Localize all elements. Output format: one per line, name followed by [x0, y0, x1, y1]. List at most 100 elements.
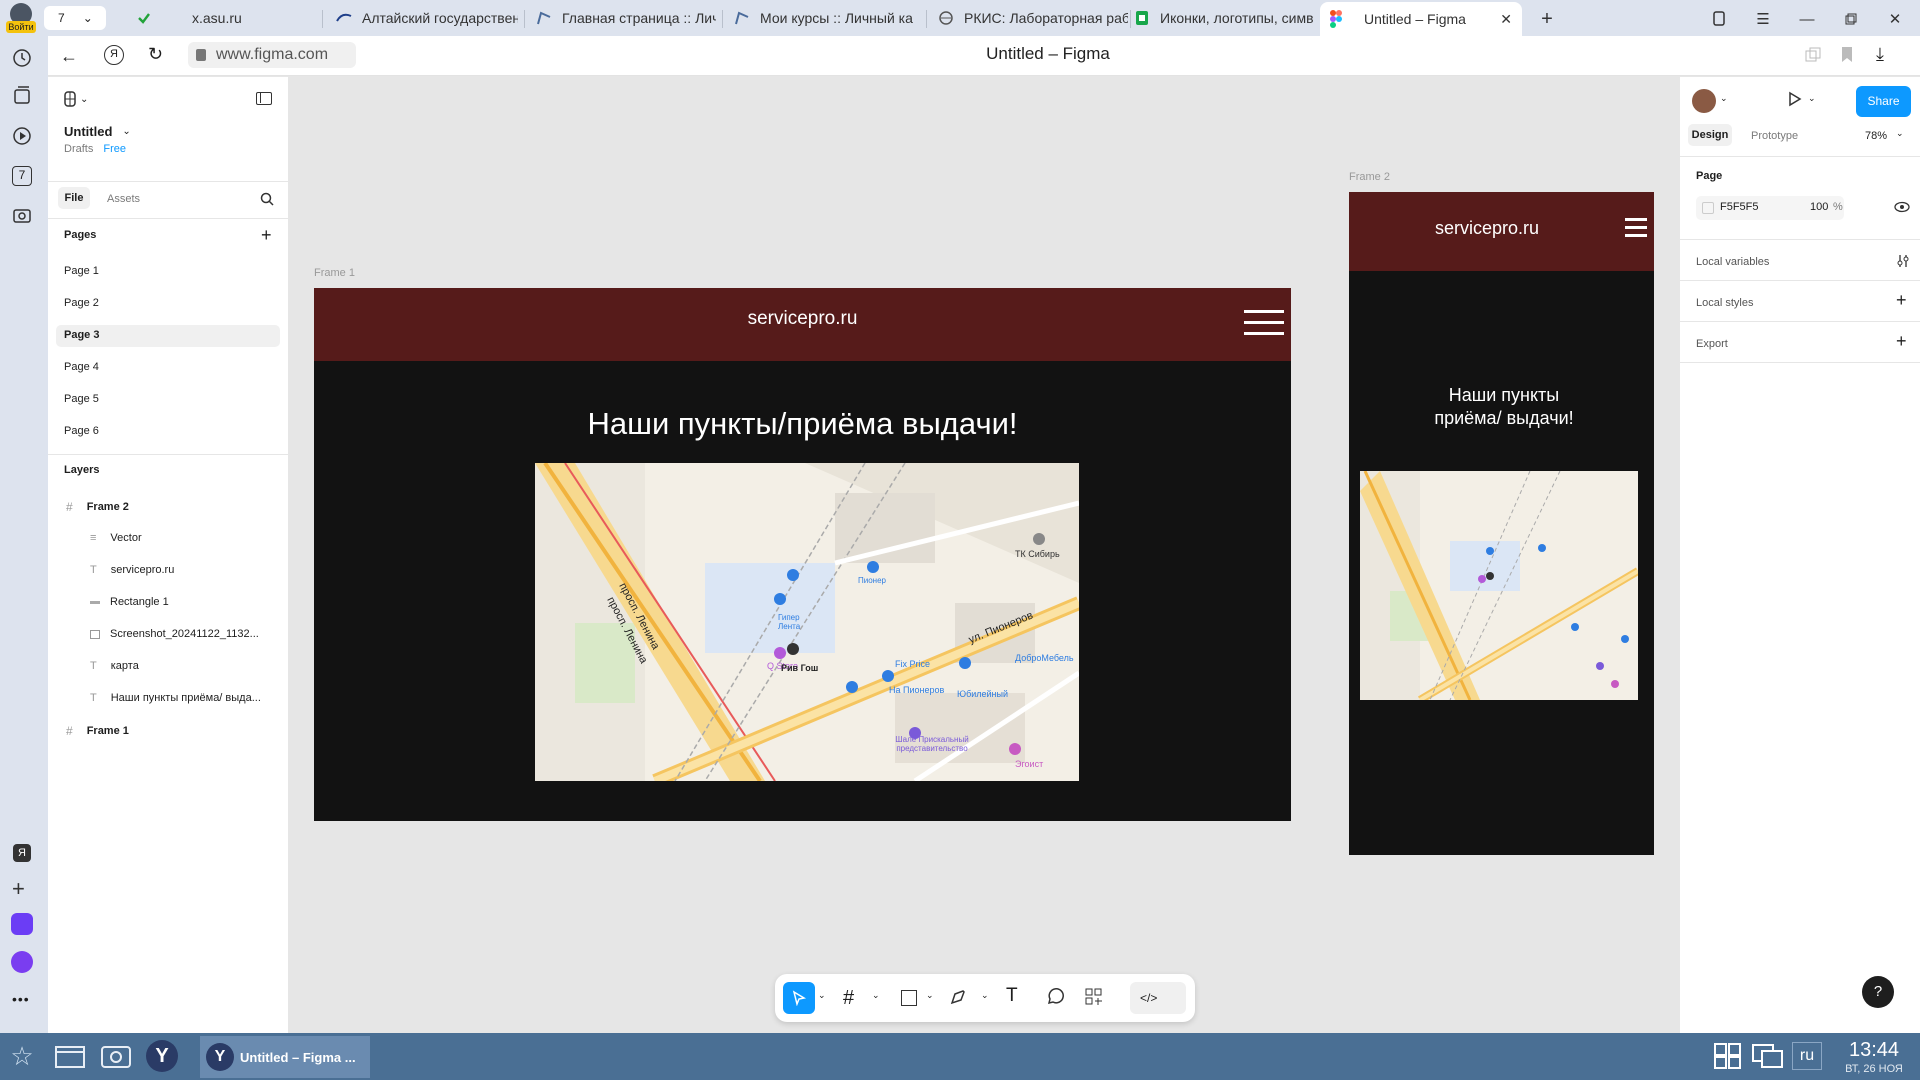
tabs-icon[interactable] — [1804, 46, 1822, 64]
tab-2[interactable]: Алтайский государствен — [328, 4, 518, 32]
share-button[interactable]: Share — [1856, 86, 1911, 117]
drafts-link[interactable]: Drafts — [64, 143, 93, 155]
actions-icon[interactable] — [1085, 988, 1103, 1006]
frame-2[interactable]: servicepro.ru Наши пункты приёма/ выдачи… — [1349, 192, 1654, 855]
frame2-label[interactable]: Frame 2 — [1349, 171, 1390, 183]
local-variables-label[interactable]: Local variables — [1696, 256, 1769, 268]
layer-item[interactable]: T карта — [90, 660, 139, 672]
yandex-browser-icon[interactable]: Y — [146, 1040, 178, 1072]
alice-icon[interactable] — [11, 951, 33, 973]
collections-rail-icon[interactable] — [12, 86, 32, 106]
chevron-down-icon[interactable]: ⌄ — [1808, 93, 1816, 104]
dev-mode-toggle[interactable]: </> — [1130, 982, 1186, 1014]
pen-tool-icon[interactable] — [949, 988, 967, 1006]
color-hex[interactable]: F5F5F5 — [1720, 201, 1759, 213]
tab-prototype[interactable]: Prototype — [1751, 130, 1798, 142]
tab-design[interactable]: Design — [1688, 124, 1732, 146]
layer-item[interactable]: Screenshot_20241122_1132... — [90, 628, 282, 640]
tab-group-counter[interactable]: 7 ⌄ — [44, 6, 106, 30]
rectangle-tool-icon[interactable] — [901, 990, 917, 1006]
plan-badge[interactable]: Free — [103, 143, 126, 155]
close-window-button[interactable]: ✕ — [1884, 8, 1906, 30]
chevron-down-icon[interactable]: ⌄ — [926, 990, 934, 1001]
reload-icon[interactable]: ↻ — [148, 44, 163, 65]
history-icon[interactable] — [12, 48, 32, 68]
local-styles-label[interactable]: Local styles — [1696, 297, 1753, 309]
present-button[interactable] — [1786, 91, 1802, 107]
add-style-button[interactable]: + — [1896, 290, 1907, 311]
tab-1[interactable]: x.asu.ru — [128, 4, 308, 32]
frame-tool-icon[interactable]: # — [843, 987, 854, 1010]
clock-time[interactable]: 13:44 — [1832, 1039, 1916, 1062]
variables-icon[interactable] — [1896, 253, 1910, 269]
video-icon[interactable] — [12, 126, 32, 146]
chevron-down-icon[interactable]: ⌄ — [872, 990, 880, 1001]
network-icon[interactable] — [1750, 1038, 1786, 1074]
calendar-icon[interactable]: 7 — [12, 166, 32, 186]
url-field[interactable]: www.figma.com — [188, 42, 356, 68]
add-page-button[interactable]: + — [261, 225, 272, 246]
tab-6[interactable]: Иконки, логотипы, симв — [1126, 4, 1316, 32]
user-avatar[interactable] — [1692, 89, 1716, 113]
tab-5[interactable]: РКИС: Лабораторная раб — [930, 4, 1128, 32]
frame-1[interactable]: servicepro.ru Наши пункты/приёма выдачи! — [314, 288, 1291, 821]
file-name-menu[interactable]: Untitled ⌄ — [64, 124, 131, 139]
file-manager-icon[interactable] — [52, 1038, 88, 1074]
collections-icon[interactable] — [1708, 8, 1730, 30]
layer-item[interactable]: T servicepro.ru — [90, 564, 174, 576]
new-tab-button[interactable]: + — [1536, 8, 1558, 30]
tab-4[interactable]: Мои курсы :: Личный ка — [726, 4, 922, 32]
workspace-switcher-icon[interactable] — [1710, 1038, 1746, 1074]
add-icon[interactable]: + — [12, 876, 25, 902]
start-menu-icon[interactable]: ☆ — [4, 1038, 40, 1074]
yandex-app-icon[interactable]: Я — [13, 844, 31, 862]
profile-login[interactable]: Войти — [6, 3, 36, 33]
download-icon[interactable]: ⤓ — [1876, 44, 1884, 65]
layer-item[interactable]: ≡ Vector — [90, 532, 142, 544]
chevron-down-icon[interactable]: ⌄ — [818, 990, 826, 1001]
layer-item[interactable]: T Наши пункты приёма/ выда... — [90, 692, 282, 704]
zoom-level[interactable]: 78% — [1865, 130, 1887, 142]
layer-item[interactable]: # Frame 2 — [66, 500, 129, 514]
search-icon[interactable] — [260, 192, 274, 206]
text-tool-icon[interactable]: T — [1006, 985, 1018, 1007]
tab-3[interactable]: Главная страница :: Личн — [528, 4, 716, 32]
close-tab-icon[interactable]: ✕ — [1500, 11, 1512, 28]
toggle-sidebar-icon[interactable] — [256, 92, 272, 105]
chevron-down-icon[interactable]: ⌄ — [981, 990, 989, 1001]
page-color-field[interactable]: F5F5F5 100 % — [1696, 196, 1844, 220]
back-icon[interactable]: ← — [60, 46, 78, 67]
eye-icon[interactable] — [1894, 201, 1910, 213]
menu-icon[interactable]: ☰ — [1752, 8, 1774, 30]
add-export-button[interactable]: + — [1896, 331, 1907, 352]
page-item[interactable]: Page 4 — [64, 361, 99, 373]
yandex-icon[interactable]: Я — [104, 45, 124, 65]
page-item[interactable]: Page 6 — [64, 425, 99, 437]
chevron-down-icon[interactable]: ⌄ — [1896, 128, 1904, 139]
main-menu-button[interactable]: ⌄ — [64, 91, 88, 107]
more-icon[interactable]: ••• — [12, 991, 30, 1007]
restore-button[interactable] — [1840, 8, 1862, 30]
screenshot-app-icon[interactable] — [98, 1038, 134, 1074]
opacity-value[interactable]: 100 — [1810, 201, 1828, 213]
chevron-down-icon[interactable]: ⌄ — [1720, 93, 1728, 104]
layer-item[interactable]: # Frame 1 — [66, 724, 129, 738]
messenger-icon[interactable] — [11, 913, 33, 935]
taskbar-window-figma[interactable]: Y Untitled – Figma ... — [200, 1036, 370, 1078]
bookmark-icon[interactable] — [1840, 46, 1854, 64]
minimize-button[interactable]: — — [1796, 8, 1818, 30]
page-item[interactable]: Page 2 — [64, 297, 99, 309]
camera-icon[interactable] — [12, 206, 32, 226]
frame1-label[interactable]: Frame 1 — [314, 267, 355, 279]
language-indicator[interactable]: ru — [1792, 1042, 1822, 1070]
export-label[interactable]: Export — [1696, 338, 1728, 350]
tab-figma-active[interactable]: Untitled – Figma ✕ — [1320, 2, 1522, 36]
figma-canvas[interactable]: Frame 1 servicepro.ru Наши пункты/приёма… — [289, 77, 1679, 1033]
comment-tool-icon[interactable] — [1046, 988, 1064, 1006]
color-swatch[interactable] — [1702, 202, 1714, 214]
page-item[interactable]: Page 1 — [64, 265, 99, 277]
page-item[interactable]: Page 5 — [64, 393, 99, 405]
tab-file[interactable]: File — [58, 187, 90, 209]
move-tool-button[interactable] — [783, 982, 815, 1014]
tab-assets[interactable]: Assets — [107, 193, 140, 205]
